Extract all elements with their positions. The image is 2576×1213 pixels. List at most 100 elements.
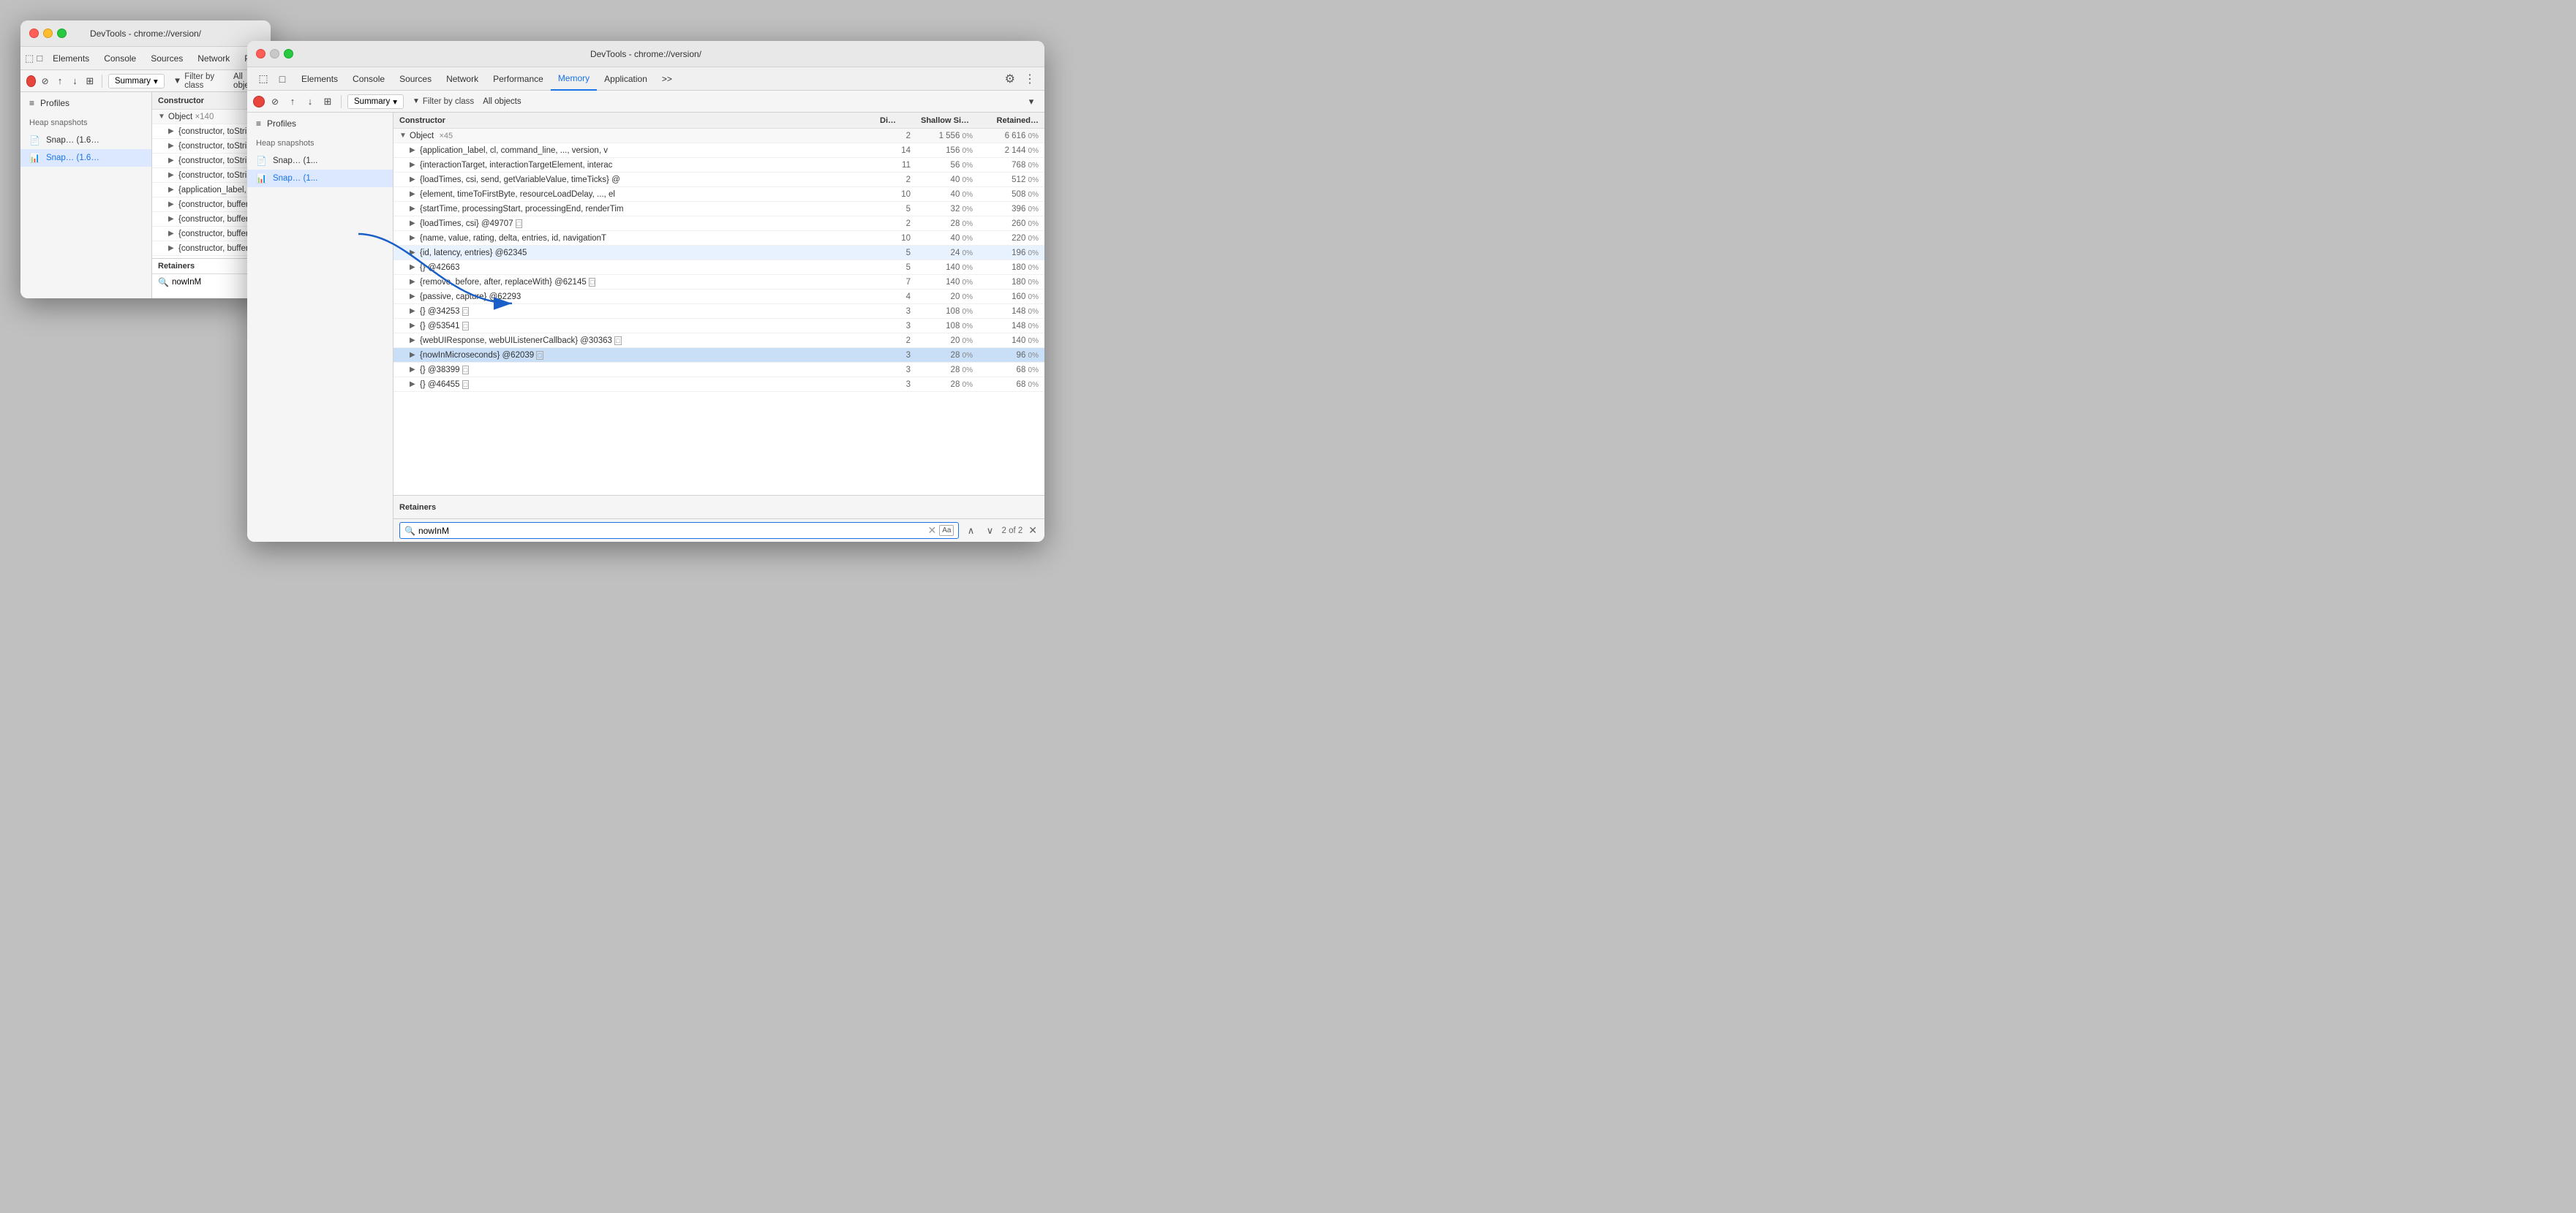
upload-button-1[interactable]: ↑: [54, 74, 66, 88]
table-row-2-11[interactable]: ▶ {passive, capture} @62293 4 20 0% 160 …: [393, 290, 1044, 304]
upload-button-2[interactable]: ↑: [285, 94, 300, 109]
table-row-2-15[interactable]: ▶ {nowInMicroseconds} @62039 □ 3 28 0% 9…: [393, 348, 1044, 363]
main-panel-2: Constructor Di… Shallow Si… Retained… ▼ …: [393, 113, 1044, 542]
stop-button-2[interactable]: ⊘: [268, 94, 282, 109]
titlebar-1: DevTools - chrome://version/: [20, 20, 271, 47]
tab-more-2[interactable]: >>: [655, 67, 679, 91]
expand-arrow-1: ▼: [158, 113, 168, 121]
retainers-section-2: Retainers: [393, 495, 1044, 518]
sidebar-settings-icon-2: ≡: [256, 118, 261, 129]
close-search-btn-2[interactable]: ✕: [1027, 524, 1039, 537]
more-options-2[interactable]: ▾: [1024, 94, 1039, 109]
table-row-2-14[interactable]: ▶ {webUIResponse, webUIListenerCallback}…: [393, 333, 1044, 348]
sidebar-profiles-2[interactable]: ≡ Profiles: [247, 113, 393, 135]
gear-icon-2[interactable]: ⚙: [1001, 72, 1020, 86]
inspect-icon-2[interactable]: ⬚: [255, 70, 272, 88]
table-row-2-9[interactable]: ▶ {} @42663 5 140 0% 180 0%: [393, 260, 1044, 275]
search-next-btn-2[interactable]: ∨: [982, 524, 997, 538]
devtools-tabs-1: ⬚ □ Elements Console Sources Network Per…: [20, 47, 271, 70]
maximize-button-2[interactable]: [284, 49, 293, 58]
col-name-2: Constructor: [399, 116, 873, 125]
tab-elements-2[interactable]: Elements: [294, 67, 345, 91]
col-shallow-2: Shallow Si…: [896, 116, 969, 125]
devtools-body-1: ≡ Profiles Heap snapshots 📄 Snap… (1.6… …: [20, 92, 271, 298]
summary-dropdown-2[interactable]: Summary ▾: [347, 94, 404, 109]
devtools-icons-2: ⬚ □: [252, 70, 294, 88]
close-button-2[interactable]: [256, 49, 265, 58]
table-row-2-17[interactable]: ▶ {} @46455 □ 3 28 0% 68 0%: [393, 377, 1044, 392]
device-icon-2[interactable]: □: [274, 70, 291, 88]
table-row-2-12[interactable]: ▶ {} @34253 □ 3 108 0% 148 0%: [393, 304, 1044, 319]
summary-dropdown-1[interactable]: Summary ▾: [108, 74, 165, 88]
download-button-2[interactable]: ↓: [303, 94, 317, 109]
snapshot-icon-2-1: 📄: [256, 156, 267, 166]
tab-console-2[interactable]: Console: [345, 67, 392, 91]
clear-button-1[interactable]: ⊞: [84, 74, 96, 88]
filter-button-2[interactable]: ▼ Filter by class: [407, 96, 480, 107]
titlebar-2: DevTools - chrome://version/: [247, 41, 1044, 67]
table-row-2-16[interactable]: ▶ {} @38399 □ 3 28 0% 68 0%: [393, 363, 1044, 377]
table-row-2-7[interactable]: ▶ {name, value, rating, delta, entries, …: [393, 231, 1044, 246]
constructor-header-2: Constructor Di… Shallow Si… Retained…: [393, 113, 1044, 129]
record-button-2[interactable]: [253, 96, 265, 107]
search-input-2[interactable]: [418, 526, 925, 536]
table-body-2[interactable]: ▼ Object ×45 2 1 556 0% 6 616 0% ▶ {appl…: [393, 129, 1044, 495]
inspect-icon-1[interactable]: ⬚: [25, 52, 34, 65]
tab-console-1[interactable]: Console: [97, 47, 143, 70]
col-retained-2: Retained…: [969, 116, 1039, 125]
heap-snapshots-label-1: Heap snapshots: [20, 114, 151, 132]
snapshot-icon-2-2: 📊: [256, 173, 267, 184]
sidebar-profiles-1[interactable]: ≡ Profiles: [20, 92, 151, 114]
tab-performance-2[interactable]: Performance: [486, 67, 551, 91]
sidebar-settings-icon-1: ≡: [29, 98, 34, 108]
retainers-label-2: Retainers: [399, 503, 436, 512]
maximize-button-1[interactable]: [57, 29, 67, 38]
window-1: DevTools - chrome://version/ ⬚ □ Element…: [20, 20, 271, 298]
more-icon-2[interactable]: ⋮: [1020, 72, 1040, 86]
table-row-2-13[interactable]: ▶ {} @53541 □ 3 108 0% 148 0%: [393, 319, 1044, 333]
match-case-icon-2[interactable]: Aa: [939, 525, 954, 536]
search-input-container-2[interactable]: 🔍 ✕ Aa: [399, 522, 959, 539]
tab-network-1[interactable]: Network: [190, 47, 237, 70]
minimize-button-1[interactable]: [43, 29, 53, 38]
devtools-tabs-2: ⬚ □ Elements Console Sources Network Per…: [247, 67, 1044, 91]
snapshot-item-2-1[interactable]: 📄 Snap… (1...: [247, 152, 393, 170]
search-bar-2: 🔍 ✕ Aa ∧ ∨ 2 of 2 ✕: [393, 518, 1044, 542]
window-title-1: DevTools - chrome://version/: [90, 29, 201, 39]
table-row-2-6[interactable]: ▶ {loadTimes, csi} @49707 □ 2 28 0% 260 …: [393, 216, 1044, 231]
table-row-2-10[interactable]: ▶ {remove, before, after, replaceWith} @…: [393, 275, 1044, 290]
tab-network-2[interactable]: Network: [439, 67, 486, 91]
table-row-2-4[interactable]: ▶ {element, timeToFirstByte, resourceLoa…: [393, 187, 1044, 202]
record-button-1[interactable]: [26, 75, 36, 87]
tab-sources-2[interactable]: Sources: [392, 67, 439, 91]
tab-sources-1[interactable]: Sources: [143, 47, 190, 70]
close-button-1[interactable]: [29, 29, 39, 38]
clear-button-2[interactable]: ⊞: [320, 94, 335, 109]
filter-button-1[interactable]: ▼ Filter by class: [167, 71, 230, 91]
tab-memory-2[interactable]: Memory: [551, 67, 597, 91]
table-row-2-1[interactable]: ▶ {application_label, cl, command_line, …: [393, 143, 1044, 158]
table-row-2-2[interactable]: ▶ {interactionTarget, interactionTargetE…: [393, 158, 1044, 173]
table-row-2-3[interactable]: ▶ {loadTimes, csi, send, getVariableValu…: [393, 173, 1044, 187]
table-row-2-5[interactable]: ▶ {startTime, processingStart, processin…: [393, 202, 1044, 216]
tab-elements-1[interactable]: Elements: [45, 47, 97, 70]
traffic-lights-1: [29, 29, 67, 38]
expand-arr-1-1: ▶: [168, 127, 178, 135]
sidebar-2: ≡ Profiles Heap snapshots 📄 Snap… (1... …: [247, 113, 393, 542]
col-dist-2: Di…: [873, 116, 896, 125]
window-2: DevTools - chrome://version/ ⬚ □ Element…: [247, 41, 1044, 542]
toolbar-1: ⊘ ↑ ↓ ⊞ Summary ▾ ▼ Filter by class All …: [20, 70, 271, 92]
snapshot-item-1-1[interactable]: 📄 Snap… (1.6…: [20, 132, 151, 149]
snapshot-item-1-2[interactable]: 📊 Snap… (1.6…: [20, 149, 151, 167]
table-row-2-8[interactable]: ▶ {id, latency, entries} @62345 5 24 0% …: [393, 246, 1044, 260]
traffic-lights-2: [256, 49, 293, 58]
search-prev-btn-2[interactable]: ∧: [963, 524, 978, 538]
clear-search-icon-2[interactable]: ✕: [928, 524, 937, 537]
object-header-row-2[interactable]: ▼ Object ×45 2 1 556 0% 6 616 0%: [393, 129, 1044, 143]
snapshot-item-2-2[interactable]: 📊 Snap… (1...: [247, 170, 393, 187]
tab-application-2[interactable]: Application: [597, 67, 655, 91]
stop-button-1[interactable]: ⊘: [39, 74, 50, 88]
device-icon-1[interactable]: □: [37, 52, 42, 65]
minimize-button-2[interactable]: [270, 49, 279, 58]
download-button-1[interactable]: ↓: [69, 74, 80, 88]
